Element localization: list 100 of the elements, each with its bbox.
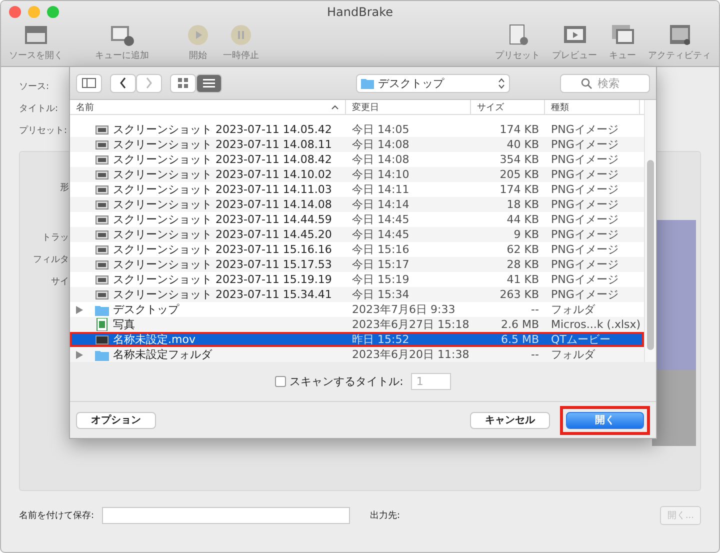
file-row[interactable]: 名称未設定フォルダ 2023年6月20日 11:38 -- フォルダ — [70, 347, 644, 362]
file-type: Micros...k (.xlsx) — [550, 318, 640, 331]
file-name: スクリーンショット 2023-07-11 14.10.02 — [113, 167, 332, 182]
file-type: PNGイメージ — [550, 257, 620, 272]
field-label: サイ — [50, 276, 69, 288]
file-size: 2.6 MB — [500, 318, 540, 331]
sort-ascending-icon — [331, 104, 339, 110]
field-label: ソース: — [19, 80, 50, 94]
file-size: 174 KB — [498, 123, 540, 136]
modified-date: 今日 14:08 — [351, 137, 410, 152]
file-name: スクリーンショット 2023-07-11 14.08.11 — [113, 137, 332, 152]
file-size: 44 KB — [506, 213, 540, 226]
file-type: フォルダ — [550, 347, 596, 362]
grid-icon — [178, 78, 188, 88]
checkbox-label: スキャンするタイトル: — [290, 374, 404, 389]
file-type: PNGイメージ — [550, 227, 620, 242]
field-label: フィルタ — [32, 254, 69, 266]
screenshot-file-icon — [95, 184, 109, 194]
modified-date: 今日 14:45 — [351, 227, 410, 242]
screenshot-file-icon — [95, 200, 109, 210]
file-size: -- — [530, 303, 540, 316]
file-type: PNGイメージ — [550, 152, 620, 167]
modified-date: 今日 14:10 — [351, 167, 410, 182]
cancel-button[interactable]: キャンセル — [470, 412, 550, 428]
scrollbar[interactable] — [644, 100, 656, 362]
screenshot-file-icon — [95, 244, 109, 254]
modified-date: 今日 15:19 — [351, 272, 410, 287]
file-type: PNGイメージ — [550, 137, 620, 152]
sidebar-toggle-button[interactable] — [76, 74, 102, 92]
file-size: 6.5 MB — [500, 333, 540, 346]
chevron-right-icon — [145, 77, 153, 89]
file-type: PNGイメージ — [550, 122, 620, 137]
column-header[interactable]: 名前 — [70, 100, 346, 114]
file-name: スクリーンショット 2023-07-11 14.05.42 — [113, 122, 332, 137]
file-type: PNGイメージ — [550, 272, 620, 287]
modified-date: 今日 14:45 — [351, 212, 410, 227]
file-type: PNGイメージ — [550, 242, 620, 257]
icon-view-button[interactable] — [170, 74, 196, 92]
file-size: 62 KB — [506, 243, 540, 256]
file-name: スクリーンショット 2023-07-11 14.14.08 — [113, 197, 332, 212]
modified-date: 今日 14:08 — [351, 152, 410, 167]
column-header[interactable]: 変更日 — [346, 100, 471, 114]
column-header[interactable]: サイズ — [471, 100, 545, 114]
window-title: HandBrake — [326, 5, 394, 19]
modified-date: 2023年7月6日 9:33 — [351, 302, 456, 317]
screenshot-file-icon — [95, 290, 109, 300]
options-button[interactable]: オプション — [76, 412, 156, 428]
modified-date: 今日 14:05 — [351, 122, 410, 137]
screenshot-file-icon — [95, 274, 109, 284]
file-size: -- — [530, 348, 540, 361]
scan-checkbox[interactable] — [274, 376, 286, 387]
file-type: PNGイメージ — [550, 167, 620, 182]
modified-date: 2023年6月27日 15:18 — [351, 317, 470, 332]
file-name: デスクトップ — [113, 302, 179, 317]
search-field[interactable]: 検索 — [560, 74, 650, 92]
file-row[interactable]: スクリーンショット 2023-07-11 14.10.02 今日 14:10 205 KB PNGイメージ — [70, 167, 644, 182]
close-button[interactable] — [9, 6, 21, 18]
file-name: スクリーンショット 2023-07-11 15.16.16 — [113, 242, 332, 257]
file-row[interactable]: スクリーンショット 2023-07-11 14.45.20 今日 14:45 9 KB PNGイメージ — [70, 227, 644, 242]
file-row[interactable]: スクリーンショット 2023-07-11 14.08.11 今日 14:08 40 KB PNGイメージ — [70, 137, 644, 152]
screenshot-file-icon — [95, 170, 109, 180]
file-size: 18 KB — [506, 198, 540, 211]
file-row[interactable]: スクリーンショット 2023-07-11 15.34.41 今日 15:34 263 KB PNGイメージ — [70, 287, 644, 302]
modified-date: 昨日 15:52 — [351, 332, 410, 347]
file-size: 263 KB — [498, 288, 540, 301]
folder-icon — [361, 78, 374, 88]
file-row[interactable]: 写真 2023年6月27日 15:18 2.6 MB Micros...k (.xlsx) — [70, 317, 644, 332]
file-type: PNGイメージ — [550, 287, 620, 302]
modified-date: 2023年6月20日 11:38 — [351, 347, 470, 362]
zoom-button[interactable] — [47, 6, 59, 18]
file-size: 174 KB — [498, 183, 540, 196]
screenshot-file-icon — [95, 230, 109, 240]
field-label: 名前を付けて保存: — [19, 510, 94, 522]
file-name: スクリーンショット 2023-07-11 14.08.42 — [113, 152, 332, 167]
file-size: 205 KB — [498, 168, 540, 181]
modified-date: 今日 14:11 — [351, 182, 410, 197]
sidebar-icon — [82, 78, 96, 88]
file-type: PNGイメージ — [550, 182, 620, 197]
file-type: PNGイメージ — [550, 212, 620, 227]
search-input[interactable]: 検索 — [596, 76, 630, 90]
spreadsheet-icon — [95, 318, 109, 331]
list-view-button[interactable] — [196, 74, 222, 92]
file-name: 名称未設定.mov — [113, 332, 196, 347]
file-row[interactable]: スクリーンショット 2023-07-11 15.17.53 今日 15:17 28 KB PNGイメージ — [70, 257, 644, 272]
location-popup[interactable]: デスクトップ — [356, 74, 510, 92]
back-button[interactable] — [110, 74, 136, 92]
file-row[interactable]: 名称未設定.mov 昨日 15:52 6.5 MB QTムービー — [70, 332, 644, 347]
file-name: スクリーンショット 2023-07-11 14.44.59 — [113, 212, 332, 227]
column-header[interactable]: 種類 — [545, 100, 640, 114]
file-size: 41 KB — [506, 273, 540, 286]
file-size: 354 KB — [498, 153, 540, 166]
modified-date: 今日 15:34 — [351, 287, 410, 302]
file-row[interactable]: スクリーンショット 2023-07-11 14.14.08 今日 14:14 18 KB PNGイメージ — [70, 197, 644, 212]
disclosure-triangle-icon[interactable] — [76, 306, 83, 314]
file-name: スクリーンショット 2023-07-11 15.19.19 — [113, 272, 332, 287]
screenshot-file-icon — [95, 124, 109, 134]
stacked-images-icon — [610, 23, 636, 47]
list-icon — [203, 78, 215, 88]
file-name-field[interactable] — [102, 506, 350, 524]
disclosure-triangle-icon[interactable] — [76, 350, 83, 358]
